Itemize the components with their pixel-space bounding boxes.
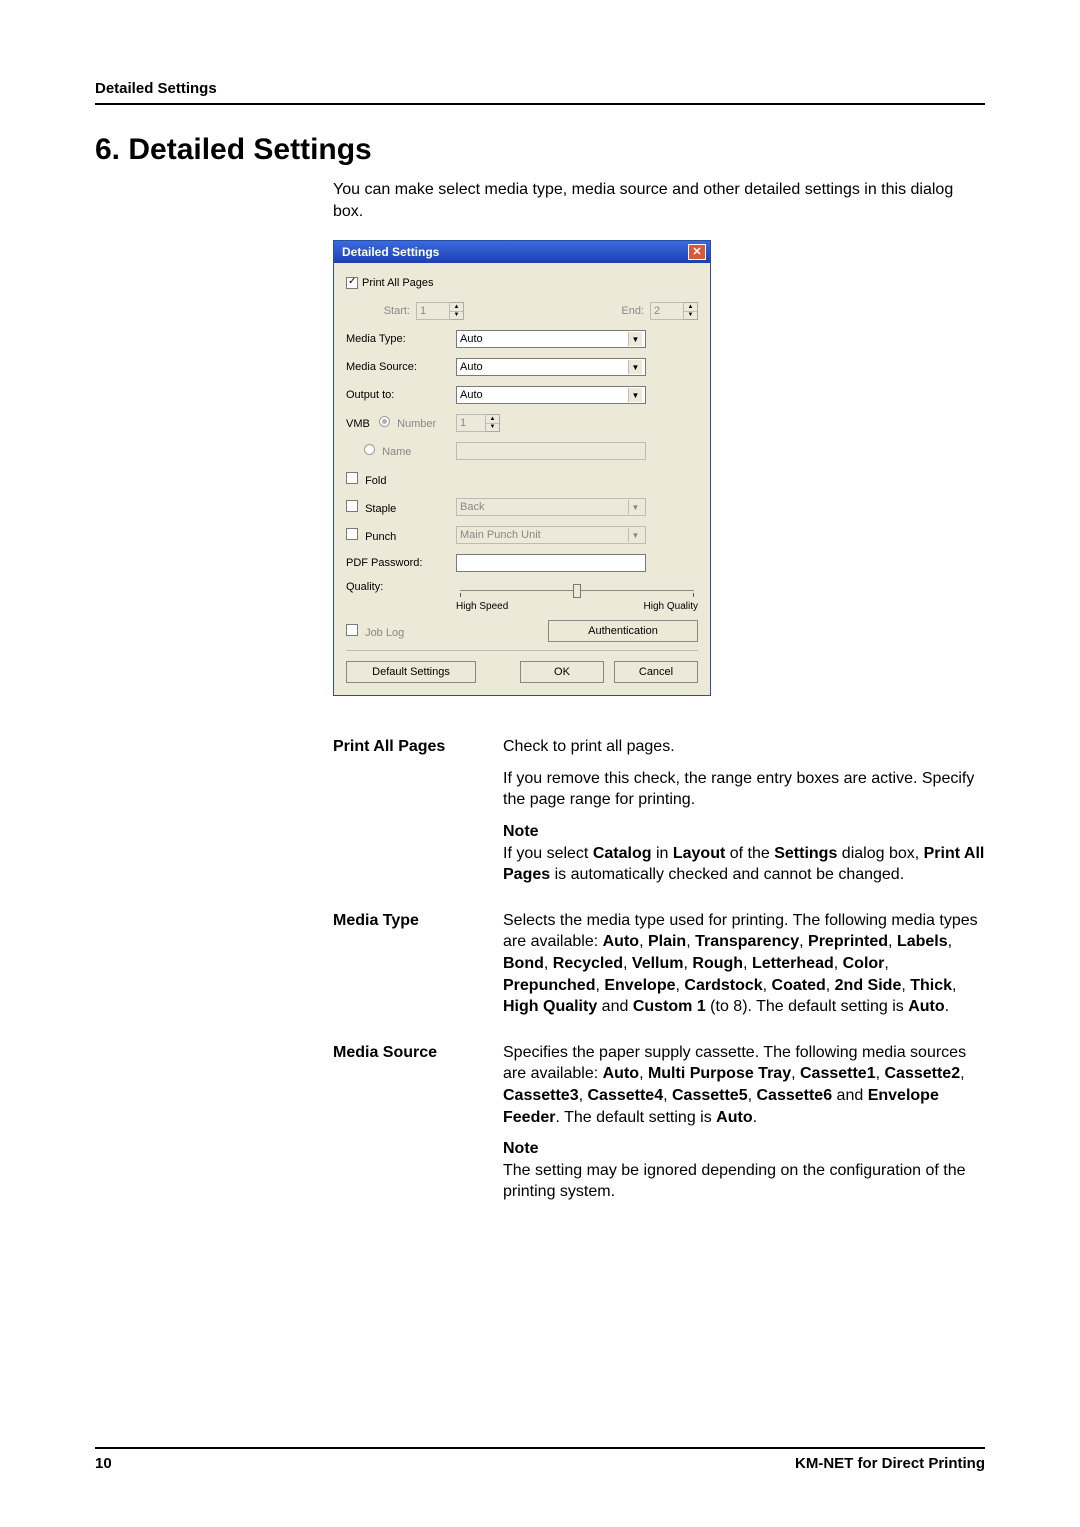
doc-media-type: Media Type Selects the media type used f… [333, 910, 985, 1028]
vmb-number-radio[interactable] [379, 416, 390, 427]
ok-button[interactable]: OK [520, 661, 604, 683]
media-source-label: Media Source: [346, 361, 456, 373]
doc-text: If you remove this check, the range entr… [503, 768, 985, 811]
vmb-number-input[interactable] [456, 414, 486, 432]
doc-text: Specifies the paper supply cassette. The… [503, 1042, 985, 1128]
fold-checkbox[interactable] [346, 472, 358, 484]
dialog-title: Detailed Settings [342, 245, 439, 259]
punch-select[interactable]: Main Punch Unit▼ [456, 526, 646, 544]
staple-checkbox[interactable] [346, 500, 358, 512]
quality-left-label: High Speed [456, 601, 508, 612]
start-input[interactable] [416, 302, 450, 320]
chevron-down-icon: ▼ [628, 388, 642, 402]
punch-row: Punch [346, 528, 456, 543]
page-title: 6. Detailed Settings [95, 133, 985, 167]
doc-term: Media Source [333, 1042, 503, 1213]
staple-select[interactable]: Back▼ [456, 498, 646, 516]
end-input[interactable] [650, 302, 684, 320]
product-name: KM-NET for Direct Printing [795, 1455, 985, 1472]
chevron-down-icon: ▼ [628, 332, 642, 346]
vmb-name-input[interactable] [456, 442, 646, 460]
intro-text: You can make select media type, media so… [333, 179, 985, 222]
pdf-password-input[interactable] [456, 554, 646, 572]
start-label: Start: [346, 305, 416, 317]
page-number: 10 [95, 1455, 112, 1472]
output-to-select[interactable]: Auto▼ [456, 386, 646, 404]
doc-term: Media Type [333, 910, 503, 1028]
vmb-number-spinner[interactable]: ▲▼ [486, 414, 500, 432]
dialog-titlebar: Detailed Settings ✕ [334, 241, 710, 263]
punch-checkbox[interactable] [346, 528, 358, 540]
end-label: End: [621, 305, 650, 317]
media-type-select[interactable]: Auto▼ [456, 330, 646, 348]
doc-print-all-pages: Print All Pages Check to print all pages… [333, 736, 985, 896]
doc-note: Note If you select Catalog in Layout of … [503, 821, 985, 886]
page-footer: 10 KM-NET for Direct Printing [95, 1447, 985, 1472]
vmb-label: VMB Number [346, 416, 456, 430]
staple-row: Staple [346, 500, 456, 515]
chevron-down-icon: ▼ [628, 360, 642, 374]
close-icon[interactable]: ✕ [688, 244, 706, 260]
end-spinner[interactable]: ▲▼ [684, 302, 698, 320]
doc-text: Selects the media type used for printing… [503, 910, 985, 1018]
running-header: Detailed Settings [95, 80, 985, 105]
quality-slider[interactable] [456, 581, 698, 599]
media-type-label: Media Type: [346, 333, 456, 345]
pdf-password-label: PDF Password: [346, 557, 456, 569]
default-settings-button[interactable]: Default Settings [346, 661, 476, 683]
fold-row: Fold [346, 472, 456, 487]
doc-text: Check to print all pages. [503, 736, 985, 758]
doc-note: Note The setting may be ignored dependin… [503, 1138, 985, 1203]
vmb-name-radio[interactable] [364, 444, 375, 455]
start-spinner[interactable]: ▲▼ [450, 302, 464, 320]
print-all-pages-checkbox[interactable] [346, 277, 358, 289]
quality-right-label: High Quality [644, 601, 698, 612]
detailed-settings-dialog: Detailed Settings ✕ Print All Pages Star… [333, 240, 711, 696]
chevron-down-icon: ▼ [628, 500, 642, 514]
joblog-row: Job Log [346, 624, 456, 639]
cancel-button[interactable]: Cancel [614, 661, 698, 683]
joblog-checkbox[interactable] [346, 624, 358, 636]
chevron-down-icon: ▼ [628, 528, 642, 542]
doc-media-source: Media Source Specifies the paper supply … [333, 1042, 985, 1213]
authentication-button[interactable]: Authentication [548, 620, 698, 642]
quality-label: Quality: [346, 581, 456, 593]
output-to-label: Output to: [346, 389, 456, 401]
doc-term: Print All Pages [333, 736, 503, 896]
vmb-name-row: Name [346, 444, 456, 458]
media-source-select[interactable]: Auto▼ [456, 358, 646, 376]
print-all-pages-label: Print All Pages [362, 277, 434, 289]
